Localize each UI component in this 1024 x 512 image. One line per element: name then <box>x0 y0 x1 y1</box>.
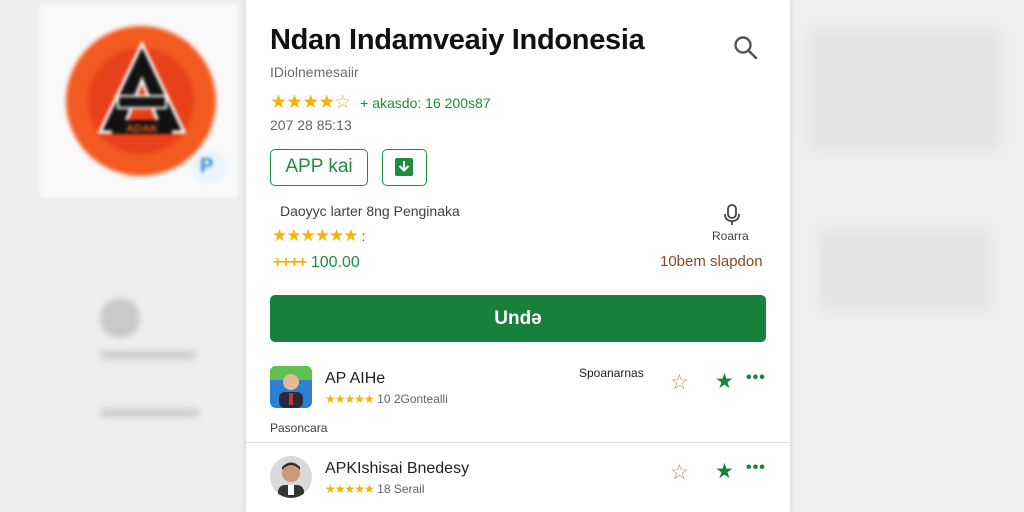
favorite-filled-icon[interactable]: ★ <box>715 459 734 484</box>
list-item-tag: Spoanarnas <box>579 366 644 380</box>
background-left-page: ADAK P <box>0 0 246 512</box>
list-item[interactable]: APKIshisai Bnedesy ★★★★★ 18 Serail ☆ ★ •… <box>270 456 766 506</box>
list-item-stars: ★★★★★ <box>325 482 375 496</box>
avatar <box>270 456 312 498</box>
list-item-meta: ★★★★★ 18 Serail <box>325 482 425 496</box>
review-count: ++++ 100.00 <box>273 254 360 272</box>
list-item-meta-text: 10 2Gontealli <box>377 392 448 406</box>
list-item-name: AP AIHe <box>325 370 386 387</box>
rating-meta: + akasdo: 16 200s87 <box>360 94 491 111</box>
stats-stars-colon: : <box>361 228 365 244</box>
mic-label: Roarra <box>712 229 749 243</box>
app-subtitle: IDiolnemesaiir <box>270 64 359 80</box>
install-button[interactable]: Undǝ <box>270 295 766 342</box>
background-ghost-block <box>810 30 1000 150</box>
app-title: Ndan Indamveaiy Indonesia <box>270 24 645 56</box>
more-options-icon[interactable]: ••• <box>746 369 766 387</box>
more-options-icon[interactable]: ••• <box>746 459 766 477</box>
favorite-outline-icon[interactable]: ☆ <box>670 370 689 395</box>
list-item-name: APKIshisai Bnedesy <box>325 460 470 477</box>
app-thumbnail <box>270 366 312 408</box>
background-badge-icon: P <box>192 150 226 184</box>
list-item[interactable]: AP AIHe ★★★★★ 10 2Gontealli Spoanarnas ☆… <box>270 366 766 416</box>
background-ghost-text <box>100 350 196 360</box>
search-button[interactable] <box>732 34 760 62</box>
update-date: 207 28 85:13 <box>270 117 352 133</box>
stats-stars: ★★★★★★: <box>272 226 365 246</box>
divider <box>246 442 790 443</box>
svg-text:ADAK: ADAK <box>126 123 158 135</box>
background-logo-letter-icon: ADAK <box>97 40 187 135</box>
background-ghost-text <box>100 408 200 418</box>
favorite-outline-icon[interactable]: ☆ <box>670 460 689 485</box>
download-icon <box>395 158 413 176</box>
background-ghost-avatar <box>100 298 140 338</box>
background-ghost-block <box>820 230 990 310</box>
favorite-filled-icon[interactable]: ★ <box>715 369 734 394</box>
search-icon <box>734 36 758 60</box>
mic-icon[interactable] <box>722 203 742 227</box>
download-button[interactable] <box>382 149 427 186</box>
developer-line: Daoyyc larter 8ng Penginaka <box>280 203 460 219</box>
app-kai-button[interactable]: APP kai <box>270 149 368 186</box>
review-count-value: 100.00 <box>310 254 360 271</box>
stats-stars-glyphs: ★★★★★★ <box>272 226 358 245</box>
list-item-meta: ★★★★★ 10 2Gontealli <box>325 392 448 406</box>
list-item-meta-text: 18 Serail <box>377 482 425 496</box>
review-plus: ++++ <box>273 254 307 271</box>
installs-count: 10bem slapdon <box>660 253 763 270</box>
rating-stars: ★★★★☆ <box>270 92 351 113</box>
background-right-page <box>790 0 1024 512</box>
list-item-stars: ★★★★★ <box>325 392 375 406</box>
app-detail-panel: Ndan Indamveaiy Indonesia IDiolnemesaiir… <box>246 0 790 512</box>
section-label: Pasoncara <box>270 421 328 435</box>
rating-row: ★★★★☆ + akasdo: 16 200s87 <box>270 91 491 114</box>
